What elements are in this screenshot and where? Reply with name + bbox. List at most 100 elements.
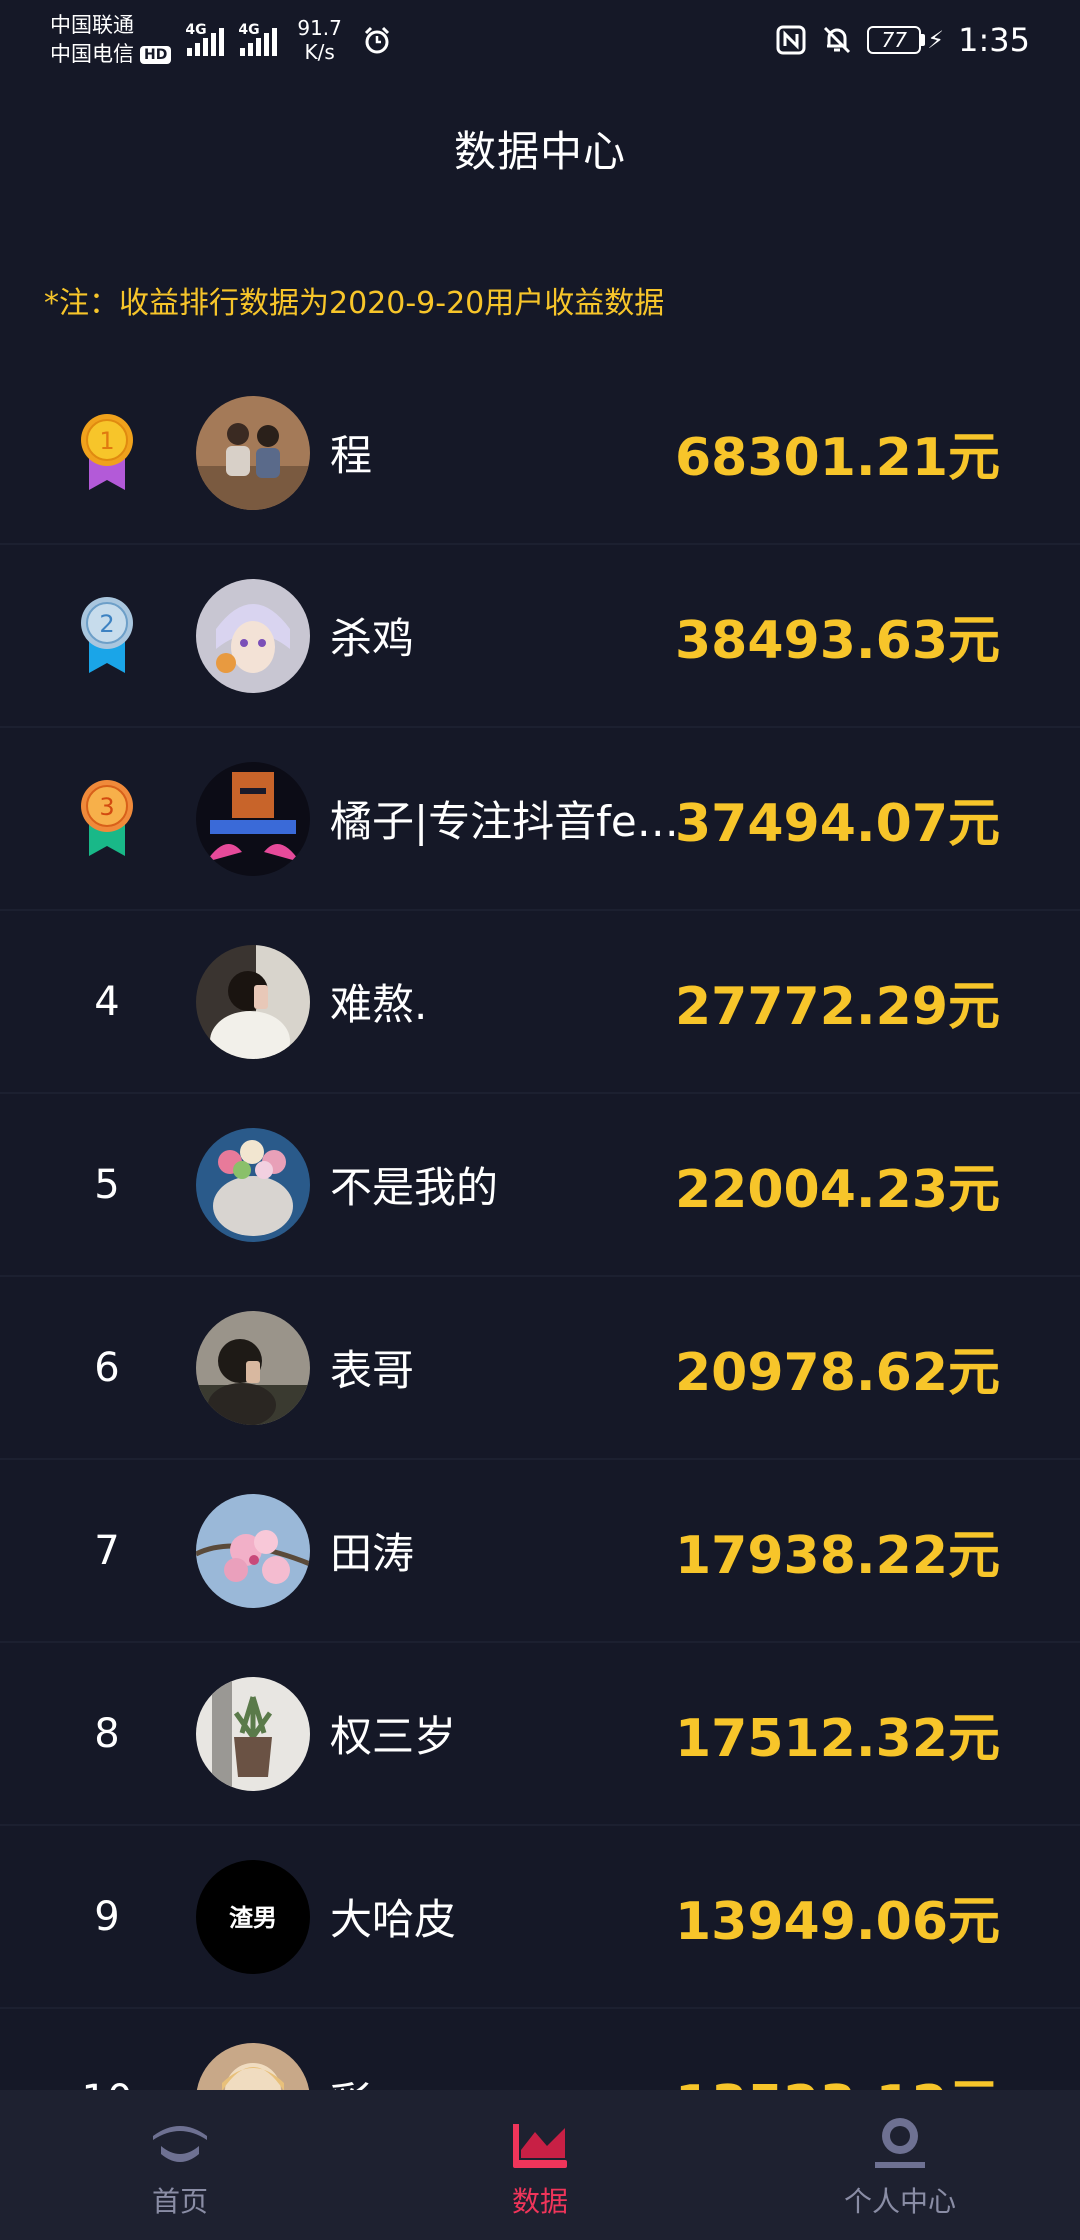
avatar-image	[196, 761, 310, 876]
nfc-icon	[776, 25, 806, 55]
signal-icon-2: 4G	[238, 22, 278, 56]
avatar[interactable]	[196, 761, 310, 876]
bronze-medal-icon: 3	[81, 779, 133, 856]
speed-value: 91.7	[297, 16, 342, 40]
earnings-amount: 38493.63元	[674, 611, 1000, 671]
rank-cell: 5	[0, 1162, 214, 1208]
clock: 1:35	[958, 21, 1030, 59]
svg-text:2: 2	[99, 610, 114, 638]
tab-data-label: 数据	[511, 2185, 568, 2218]
avatar[interactable]	[196, 1310, 310, 1425]
carrier-2-row: 中国电信 HD	[50, 40, 172, 69]
silver-medal-icon: 2	[81, 596, 133, 673]
avatar-image	[196, 2042, 310, 2090]
page-title: 数据中心	[453, 127, 626, 176]
svg-text:3: 3	[99, 793, 114, 821]
avatar-image	[196, 944, 310, 1059]
tab-profile[interactable]: 个人中心	[720, 2090, 1080, 2240]
network-speed: 91.7 K/s	[297, 16, 342, 64]
rank-cell: 7	[0, 1528, 214, 1574]
user-icon	[875, 2118, 925, 2168]
avatar[interactable]	[196, 944, 310, 1059]
ranking-row[interactable]: 10 彩 13523.12元	[0, 2009, 1080, 2090]
ranking-row[interactable]: 1 程 68301.21元	[0, 362, 1080, 545]
earnings-amount: 17512.32元	[674, 1709, 1000, 1769]
ranking-row[interactable]: 6 表哥 20978.62元	[0, 1277, 1080, 1460]
ranking-row[interactable]: 3 橘子|专注抖音fe… 37494.07元	[0, 728, 1080, 911]
rank-number: 6	[94, 1344, 120, 1391]
home-icon	[153, 2126, 207, 2162]
ranking-list[interactable]: 1 程 68301.21元 2 杀鸡 38493.63元 3 橘子|专注抖音fe…	[0, 362, 1080, 2090]
tab-home-label: 首页	[151, 2185, 208, 2218]
tab-data[interactable]: 数据	[360, 2090, 720, 2240]
earnings-amount: 13523.12元	[675, 2062, 1000, 2090]
ranking-row[interactable]: 4 难熬. 27772.29元	[0, 911, 1080, 1094]
carrier-1: 中国联通	[50, 13, 134, 37]
avatar[interactable]	[196, 1493, 310, 1608]
avatar-text: 渣男	[229, 1904, 277, 1932]
avatar[interactable]	[196, 578, 310, 693]
chart-icon	[513, 2124, 567, 2168]
ranking-row[interactable]: 8 权三岁 17512.32元	[0, 1643, 1080, 1826]
carrier-2: 中国电信	[50, 42, 134, 66]
svg-text:1: 1	[99, 427, 114, 455]
avatar[interactable]: 渣男	[196, 1859, 310, 1974]
rank-number: 8	[94, 1710, 120, 1757]
earnings-amount: 17938.22元	[674, 1526, 1000, 1586]
user-name: 表哥	[330, 1346, 415, 1395]
rank-cell: 4	[0, 979, 214, 1025]
rank-number: 4	[94, 978, 120, 1025]
status-bar: 中国联通 中国电信 HD 4G 4G 91.7 K/s 77 ⚡ 1:35	[0, 0, 1080, 80]
rank-number: 5	[94, 1161, 120, 1208]
user-name: 大哈皮	[330, 1895, 457, 1944]
avatar-image	[196, 395, 310, 510]
battery-level: 77	[867, 26, 922, 54]
signal-icon-1: 4G	[185, 22, 225, 56]
tab-home[interactable]: 首页	[0, 2090, 360, 2240]
network-type-2: 4G	[238, 22, 260, 38]
user-name: 权三岁	[330, 1712, 457, 1761]
gold-medal-icon: 1	[81, 413, 133, 490]
rank-number: 9	[94, 1893, 120, 1940]
rank-cell: 2	[0, 595, 214, 677]
rank-cell: 6	[0, 1345, 214, 1391]
rank-cell: 9	[0, 1894, 214, 1940]
rank-number: 7	[94, 1527, 120, 1574]
user-name: 彩	[330, 2069, 690, 2090]
hd-badge: HD	[140, 45, 172, 64]
user-name: 程	[330, 431, 373, 480]
rank-cell: 8	[0, 1711, 214, 1757]
avatar[interactable]	[196, 395, 310, 510]
alarm-icon	[364, 26, 389, 54]
ranking-row[interactable]: 5 不是我的 22004.23元	[0, 1094, 1080, 1277]
avatar-image	[196, 578, 310, 693]
data-note: *注：收益排行数据为2020-9-20用户收益数据	[44, 286, 665, 321]
earnings-amount: 37494.07元	[674, 794, 1000, 854]
bottom-tab-bar: 首页 数据 个人中心	[0, 2090, 1080, 2240]
charging-icon: ⚡	[927, 26, 945, 54]
earnings-amount: 68301.21元	[674, 428, 1000, 488]
earnings-amount: 27772.29元	[674, 977, 1000, 1037]
avatar-image	[196, 1676, 310, 1791]
earnings-amount: 20978.62元	[674, 1343, 1000, 1403]
user-name: 难熬.	[330, 980, 428, 1029]
avatar[interactable]	[196, 1676, 310, 1791]
user-name: 橘子|专注抖音fe…	[330, 797, 679, 846]
ranking-row[interactable]: 9 渣男 大哈皮 13949.06元	[0, 1826, 1080, 2009]
earnings-amount: 13949.06元	[674, 1892, 1000, 1952]
avatar[interactable]	[196, 2042, 310, 2090]
status-left: 中国联通 中国电信 HD 4G 4G 91.7 K/s	[50, 11, 392, 69]
notification-muted-icon	[824, 26, 851, 54]
avatar-image	[196, 1310, 310, 1425]
user-name: 杀鸡	[330, 614, 415, 663]
ranking-row[interactable]: 2 杀鸡 38493.63元	[0, 545, 1080, 728]
status-right: 77 ⚡ 1:35	[775, 21, 1030, 59]
avatar-image	[196, 1493, 310, 1608]
battery-icon: 77 ⚡	[867, 26, 944, 54]
earnings-amount: 22004.23元	[674, 1160, 1000, 1220]
rank-number: 10	[82, 2077, 133, 2091]
tab-profile-label: 个人中心	[843, 2185, 956, 2218]
ranking-row[interactable]: 7 田涛 17938.22元	[0, 1460, 1080, 1643]
avatar[interactable]	[196, 1127, 310, 1242]
network-type-1: 4G	[185, 22, 207, 38]
